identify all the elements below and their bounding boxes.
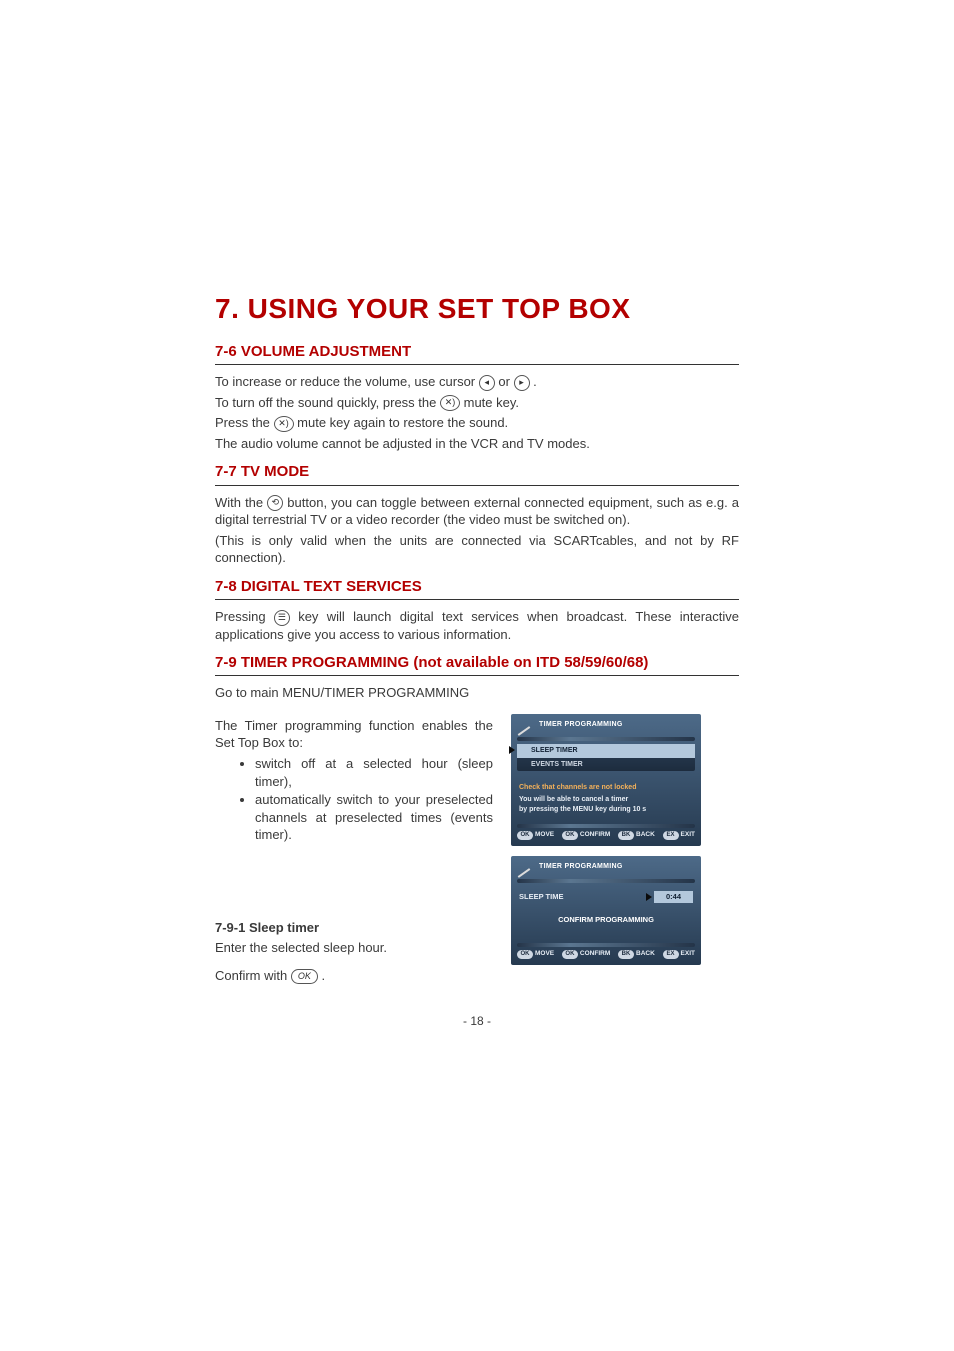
info-line: You will be able to cancel a timer [519,795,693,804]
back-badge-icon: BK [618,831,634,840]
s78-p1: Pressing ☰ key will launch digital text … [215,608,739,643]
selection-arrow-icon [646,893,652,901]
s79-1-p1: Enter the selected sleep hour. [215,939,493,957]
footer-move: OKMOVE [517,950,554,959]
info-block: Check that channels are not locked You w… [517,779,695,819]
exit-badge-icon: EX [663,831,679,840]
ok-badge-icon: OK [517,831,533,840]
cursor-right-icon: ▸ [514,375,530,391]
wand-icon [517,862,531,876]
text: Pressing [215,609,274,624]
label: CONFIRM [580,831,610,840]
ok-badge-icon: OK [517,950,533,959]
text: . [533,374,537,389]
ok-badge-icon: OK [562,831,578,840]
two-column-block: The Timer programming function enables t… [215,714,739,987]
exit-badge-icon: EX [663,950,679,959]
ok-key-icon: OK [291,969,318,984]
footer-confirm: OKCONFIRM [562,831,610,840]
menu-row-events-timer: EVENTS TIMER [517,758,695,771]
text: With the [215,495,267,510]
footer-back: BKBACK [618,950,655,959]
mute-key-icon: ✕) [440,395,460,411]
footer-exit: EXEXIT [663,950,695,959]
label: MOVE [535,831,554,840]
label: MOVE [535,950,554,959]
footer-move: OKMOVE [517,831,554,840]
panel-title: TIMER PROGRAMMING [539,862,695,871]
text: Confirm with [215,968,291,983]
section-rule [215,675,739,676]
section-rule [215,599,739,600]
page-number: - 18 - [215,1013,739,1029]
sleep-time-value: 0:44 [654,891,693,903]
text: key will launch digital text services wh… [215,609,739,642]
s76-p1: To increase or reduce the volume, use cu… [215,373,739,391]
text: To turn off the sound quickly, press the [215,395,440,410]
section-rule [215,364,739,365]
s76-p4: The audio volume cannot be adjusted in t… [215,435,739,453]
decorative-bar [517,737,695,741]
footer-exit: EXEXIT [663,831,695,840]
s77-p1: With the ⟲ button, you can toggle betwee… [215,494,739,529]
footer-back: BKBACK [618,831,655,840]
label: EXIT [681,950,695,959]
list-item: switch off at a selected hour (sleep tim… [255,755,493,790]
info-line: by pressing the MENU key during 10 s [519,805,693,814]
label: CONFIRM [580,950,610,959]
section-7-6-heading: 7-6 VOLUME ADJUSTMENT [215,342,739,362]
list-item: automatically switch to your preselected… [255,791,493,844]
page: 7. USING YOUR SET TOP BOX 7-6 VOLUME ADJ… [0,0,954,1351]
confirm-programming-label: CONFIRM PROGRAMMING [517,915,695,925]
panel-title: TIMER PROGRAMMING [539,720,695,729]
text: Press the [215,415,274,430]
s79-goto: Go to main MENU/TIMER PROGRAMMING [215,684,739,702]
decorative-bar [517,943,695,947]
s79-bullet-list: switch off at a selected hour (sleep tim… [255,755,493,844]
tv-toggle-icon: ⟲ [267,495,283,511]
s77-p2: (This is only valid when the units are c… [215,532,739,567]
mute-key-icon: ✕) [274,416,294,432]
decorative-bar [517,879,695,883]
panel-footer: OKMOVE OKCONFIRM BKBACK EXEXIT [517,950,695,959]
screenshot-sleep-time: TIMER PROGRAMMING SLEEP TIME 0:44 CONFIR… [511,856,701,966]
sleep-time-row: SLEEP TIME 0:44 [517,889,695,905]
text: To increase or reduce the volume, use cu… [215,374,479,389]
s76-p3: Press the ✕) mute key again to restore t… [215,414,739,432]
section-7-9-heading: 7-9 TIMER PROGRAMMING (not available on … [215,653,739,673]
text: . [322,968,326,983]
back-badge-icon: BK [618,950,634,959]
section-7-7-heading: 7-7 TV MODE [215,462,739,482]
text: or [498,374,513,389]
sleep-time-label: SLEEP TIME [519,892,563,902]
info-line: Check that channels are not locked [519,783,693,792]
wand-icon [517,720,531,734]
ok-badge-icon: OK [562,950,578,959]
right-column-screenshots: TIMER PROGRAMMING SLEEP TIMER EVENTS TIM… [511,714,701,987]
menu-area: SLEEP TIMER EVENTS TIMER [517,744,695,771]
s76-p2: To turn off the sound quickly, press the… [215,394,739,412]
s79-intro: The Timer programming function enables t… [215,717,493,752]
text-key-icon: ☰ [274,610,290,626]
chapter-title: 7. USING YOUR SET TOP BOX [215,290,739,328]
section-7-8-heading: 7-8 DIGITAL TEXT SERVICES [215,577,739,597]
text: mute key. [464,395,519,410]
label: BACK [636,950,655,959]
s79-1-p2: Confirm with OK . [215,967,493,985]
sleep-time-value-wrap: 0:44 [646,891,693,903]
footer-confirm: OKCONFIRM [562,950,610,959]
text: mute key again to restore the sound. [297,415,508,430]
left-column: The Timer programming function enables t… [215,714,493,987]
cursor-left-icon: ◂ [479,375,495,391]
section-rule [215,485,739,486]
panel-footer: OKMOVE OKCONFIRM BKBACK EXEXIT [517,831,695,840]
label: EXIT [681,831,695,840]
decorative-bar [517,824,695,828]
subsection-7-9-1-heading: 7-9-1 Sleep timer [215,919,493,937]
label: BACK [636,831,655,840]
screenshot-timer-menu: TIMER PROGRAMMING SLEEP TIMER EVENTS TIM… [511,714,701,846]
menu-row-sleep-timer: SLEEP TIMER [517,744,695,757]
text: button, you can toggle between external … [215,495,739,528]
